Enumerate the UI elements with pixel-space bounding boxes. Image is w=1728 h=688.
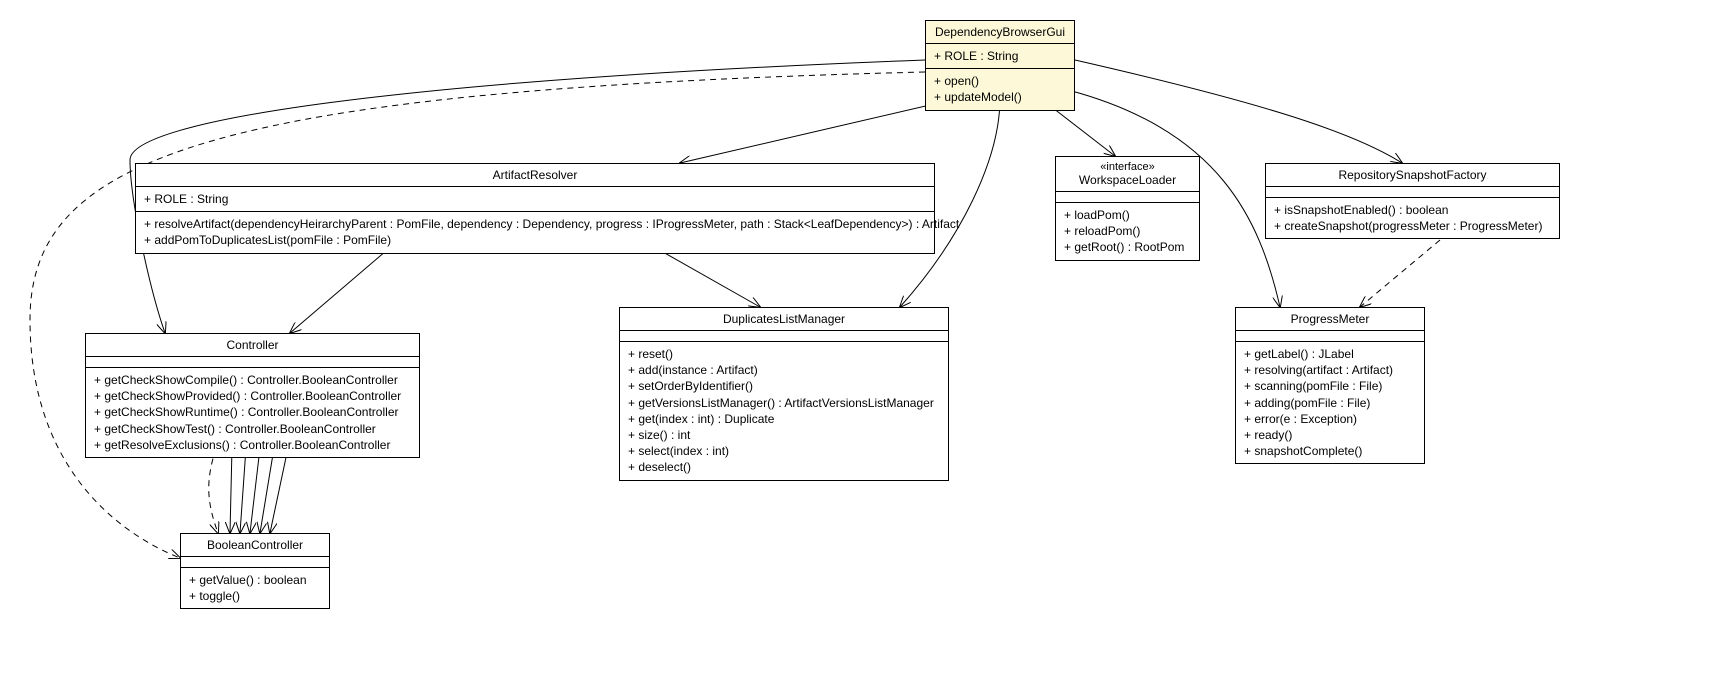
op-row: + getCheckShowCompile() : Controller.Boo… [94, 372, 411, 388]
class-title: BooleanController [207, 538, 303, 552]
op-row: + scanning(pomFile : File) [1244, 378, 1416, 394]
class-title: DuplicatesListManager [723, 312, 845, 326]
op-row: + select(index : int) [628, 443, 940, 459]
op-row: + ready() [1244, 427, 1416, 443]
op-row: + getCheckShowProvided() : Controller.Bo… [94, 388, 411, 404]
stereotype: «interface» [1062, 161, 1193, 173]
op-row: + getCheckShowRuntime() : Controller.Boo… [94, 404, 411, 420]
op-row: + reloadPom() [1064, 223, 1191, 239]
op-row: + addPomToDuplicatesList(pomFile : PomFi… [144, 232, 926, 248]
op-row: + getValue() : boolean [189, 572, 321, 588]
class-title: ArtifactResolver [493, 168, 578, 182]
op-row: + open() [934, 73, 1066, 89]
op-row: + deselect() [628, 459, 940, 475]
op-row: + resolveArtifact(dependencyHeirarchyPar… [144, 216, 926, 232]
class-title: Controller [226, 338, 278, 352]
class-repository-snapshot-factory: RepositorySnapshotFactory + isSnapshotEn… [1265, 163, 1560, 239]
class-duplicates-list-manager: DuplicatesListManager + reset() + add(in… [619, 307, 949, 481]
class-title: DependencyBrowserGui [935, 25, 1065, 39]
class-workspace-loader: «interface» WorkspaceLoader + loadPom() … [1055, 156, 1200, 261]
op-row: + getRoot() : RootPom [1064, 239, 1191, 255]
op-row: + createSnapshot(progressMeter : Progres… [1274, 218, 1551, 234]
class-title: WorkspaceLoader [1079, 173, 1176, 187]
class-title: RepositorySnapshotFactory [1338, 168, 1486, 182]
class-artifact-resolver: ArtifactResolver + ROLE : String + resol… [135, 163, 935, 254]
op-row: + setOrderByIdentifier() [628, 378, 940, 394]
op-row: + add(instance : Artifact) [628, 362, 940, 378]
class-boolean-controller: BooleanController + getValue() : boolean… [180, 533, 330, 609]
op-row: + snapshotComplete() [1244, 443, 1416, 459]
op-row: + getResolveExclusions() : Controller.Bo… [94, 437, 411, 453]
op-row: + resolving(artifact : Artifact) [1244, 362, 1416, 378]
class-dependency-browser-gui: DependencyBrowserGui + ROLE : String + o… [925, 20, 1075, 111]
op-row: + toggle() [189, 588, 321, 604]
op-row: + reset() [628, 346, 940, 362]
op-row: + getLabel() : JLabel [1244, 346, 1416, 362]
attr-row: + ROLE : String [934, 48, 1066, 64]
attr-row: + ROLE : String [144, 191, 926, 207]
class-progress-meter: ProgressMeter + getLabel() : JLabel + re… [1235, 307, 1425, 464]
op-row: + adding(pomFile : File) [1244, 395, 1416, 411]
op-row: + isSnapshotEnabled() : boolean [1274, 202, 1551, 218]
op-row: + getCheckShowTest() : Controller.Boolea… [94, 421, 411, 437]
op-row: + error(e : Exception) [1244, 411, 1416, 427]
class-controller: Controller + getCheckShowCompile() : Con… [85, 333, 420, 458]
op-row: + updateModel() [934, 89, 1066, 105]
op-row: + getVersionsListManager() : ArtifactVer… [628, 395, 940, 411]
op-row: + size() : int [628, 427, 940, 443]
class-title: ProgressMeter [1291, 312, 1370, 326]
op-row: + loadPom() [1064, 207, 1191, 223]
op-row: + get(index : int) : Duplicate [628, 411, 940, 427]
